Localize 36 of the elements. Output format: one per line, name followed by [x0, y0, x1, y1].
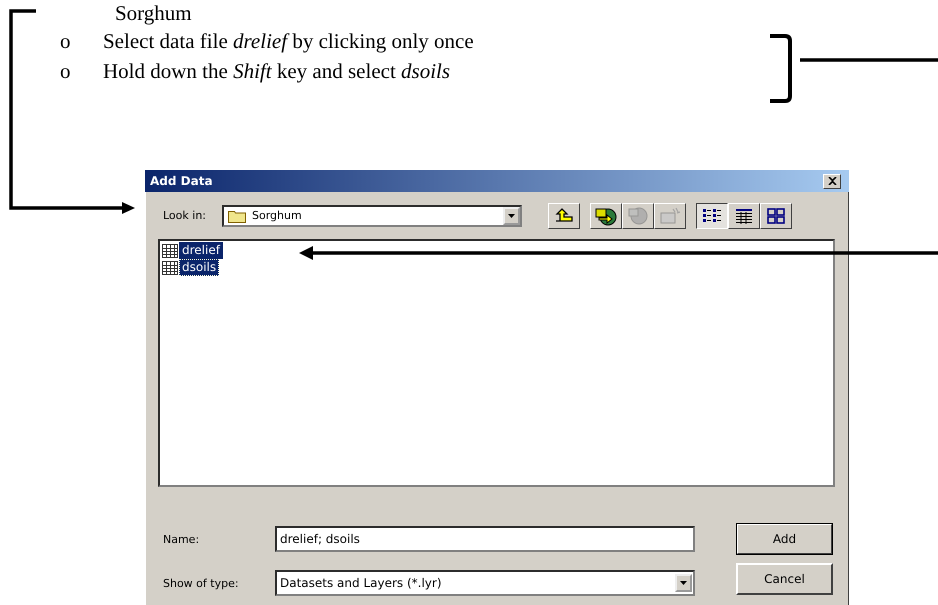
bracket [770, 34, 792, 103]
globe-icon [626, 206, 650, 226]
sparkle-box-icon [658, 206, 682, 226]
bullet-marker: o [60, 28, 72, 55]
instruction-text: Select data file drelief by clicking only once [103, 28, 474, 55]
look-in-dropdown[interactable]: Sorghum [222, 204, 522, 226]
thumbnails-view-button[interactable] [760, 202, 792, 228]
dropdown-arrow-icon [508, 214, 515, 218]
file-item[interactable]: drelief [179, 242, 223, 259]
up-one-level-button[interactable] [548, 202, 580, 228]
list-view-button[interactable] [696, 202, 728, 228]
connect-button[interactable] [590, 202, 622, 228]
look-in-label: Look in: [163, 209, 206, 222]
type-label: Show of type: [163, 576, 240, 590]
table-icon [162, 244, 178, 258]
details-view-icon [735, 208, 753, 224]
table-icon [162, 260, 178, 274]
details-view-button[interactable] [728, 202, 760, 228]
globe-arrow-icon [594, 206, 618, 226]
type-dropdown[interactable]: Datasets and Layers (*.lyr) [275, 570, 695, 596]
close-icon [828, 177, 836, 185]
folder-icon [228, 208, 246, 222]
dropdown-arrow-icon [680, 581, 687, 585]
file-item[interactable]: dsoils [179, 259, 220, 276]
window-title: Add Data [150, 174, 213, 188]
name-label: Name: [163, 532, 200, 546]
list-view-icon [702, 208, 722, 224]
up-folder-icon [553, 208, 575, 224]
thumbnails-view-icon [767, 208, 785, 224]
add-button[interactable]: Add [736, 523, 833, 555]
bullet-marker: o [60, 58, 72, 85]
name-field[interactable]: drelief; dsoils [275, 526, 695, 552]
heading: Sorghum [115, 0, 192, 26]
close-button[interactable] [823, 174, 841, 188]
cancel-button[interactable]: Cancel [736, 563, 833, 595]
instruction-text: Hold down the Shift key and select dsoils [103, 58, 450, 85]
